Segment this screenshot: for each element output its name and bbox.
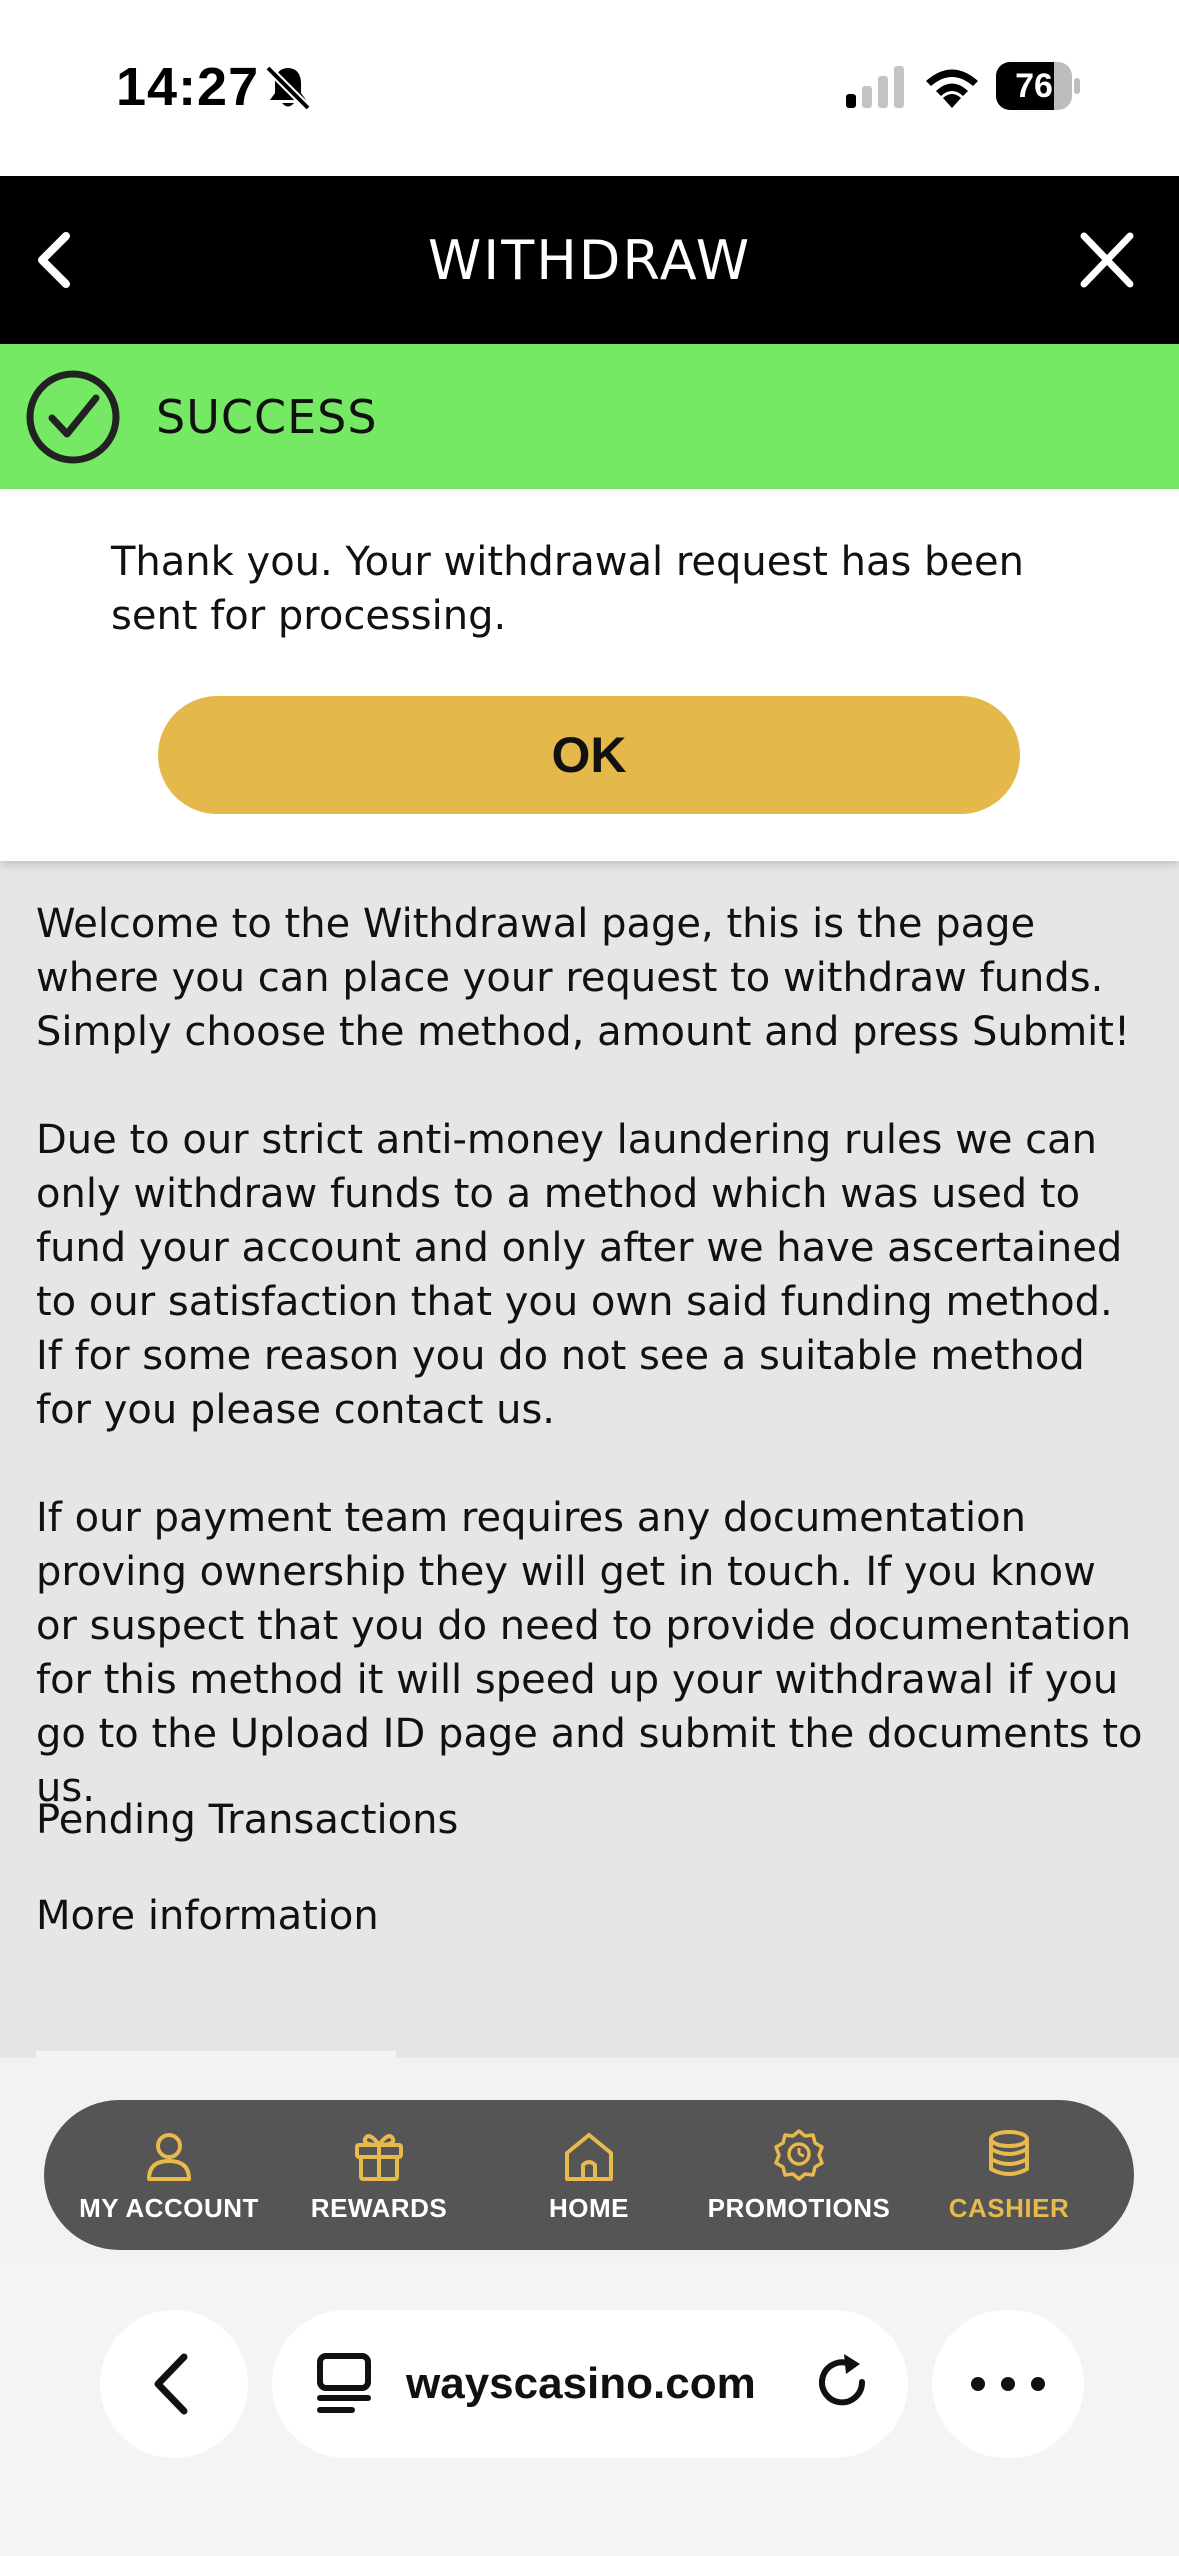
nav-my-account[interactable]: MY ACCOUNT bbox=[69, 2100, 269, 2250]
page-title: WITHDRAW bbox=[427, 228, 752, 292]
tabs-icon bbox=[317, 2353, 371, 2413]
battery-body: 76 bbox=[996, 62, 1072, 110]
browser-back-button[interactable] bbox=[100, 2310, 248, 2458]
battery-percent: 76 bbox=[1015, 66, 1053, 105]
wifi-icon bbox=[926, 69, 978, 108]
nav-label: PROMOTIONS bbox=[707, 2192, 891, 2223]
more-options-button[interactable] bbox=[932, 2310, 1084, 2458]
bell-off-icon bbox=[265, 65, 311, 111]
home-icon bbox=[565, 2132, 613, 2181]
nav-label: MY ACCOUNT bbox=[79, 2192, 259, 2223]
success-banner: SUCCESS bbox=[0, 344, 1179, 489]
ok-button[interactable]: OK bbox=[158, 696, 1020, 814]
page-header: WITHDRAW bbox=[0, 176, 1179, 344]
withdrawal-info: Welcome to the Withdrawal page, this is … bbox=[0, 861, 1179, 2061]
coins-icon bbox=[989, 2129, 1029, 2176]
confirmation-message: Thank you. Your withdrawal request has b… bbox=[111, 539, 1024, 639]
bottom-nav: MY ACCOUNT REWARDS HOME PROMOTIONS CASHI… bbox=[44, 2100, 1134, 2250]
nav-label: HOME bbox=[549, 2192, 629, 2223]
reload-icon[interactable] bbox=[810, 2350, 876, 2416]
user-icon bbox=[147, 2132, 191, 2181]
gift-icon bbox=[355, 2133, 403, 2181]
more-dots-icon bbox=[971, 2377, 1045, 2391]
battery-tip bbox=[1074, 78, 1080, 94]
success-label: SUCCESS bbox=[156, 389, 378, 444]
message-panel: Thank you. Your withdrawal request has b… bbox=[0, 489, 1179, 861]
status-bar: 14:27 76 bbox=[0, 0, 1179, 176]
nav-label: CASHIER bbox=[948, 2192, 1070, 2223]
url-text: wayscasino.com bbox=[406, 2359, 756, 2408]
info-paragraph: If our payment team requires any documen… bbox=[36, 1495, 1143, 1811]
nav-label: REWARDS bbox=[310, 2192, 448, 2223]
close-icon[interactable] bbox=[1072, 222, 1142, 298]
address-bar[interactable]: wayscasino.com bbox=[272, 2310, 908, 2458]
badge-icon bbox=[774, 2128, 824, 2181]
chevron-left-icon bbox=[154, 2353, 188, 2415]
pending-transactions-link[interactable]: Pending Transactions bbox=[36, 1797, 458, 1843]
nav-home[interactable]: HOME bbox=[489, 2100, 689, 2250]
battery-indicator: 76 bbox=[996, 62, 1080, 110]
nav-rewards[interactable]: REWARDS bbox=[279, 2100, 479, 2250]
status-time: 14:27 bbox=[116, 57, 260, 117]
check-circle-icon bbox=[26, 370, 120, 464]
nav-cashier[interactable]: CASHIER bbox=[909, 2100, 1109, 2250]
info-paragraph: Due to our strict anti-money laundering … bbox=[36, 1117, 1123, 1433]
info-paragraph: Welcome to the Withdrawal page, this is … bbox=[36, 901, 1130, 1055]
nav-promotions[interactable]: PROMOTIONS bbox=[699, 2100, 899, 2250]
cellular-signal-icon bbox=[846, 66, 904, 108]
browser-toolbar: wayscasino.com bbox=[0, 2262, 1179, 2556]
more-information-link[interactable]: More information bbox=[36, 1893, 379, 1939]
